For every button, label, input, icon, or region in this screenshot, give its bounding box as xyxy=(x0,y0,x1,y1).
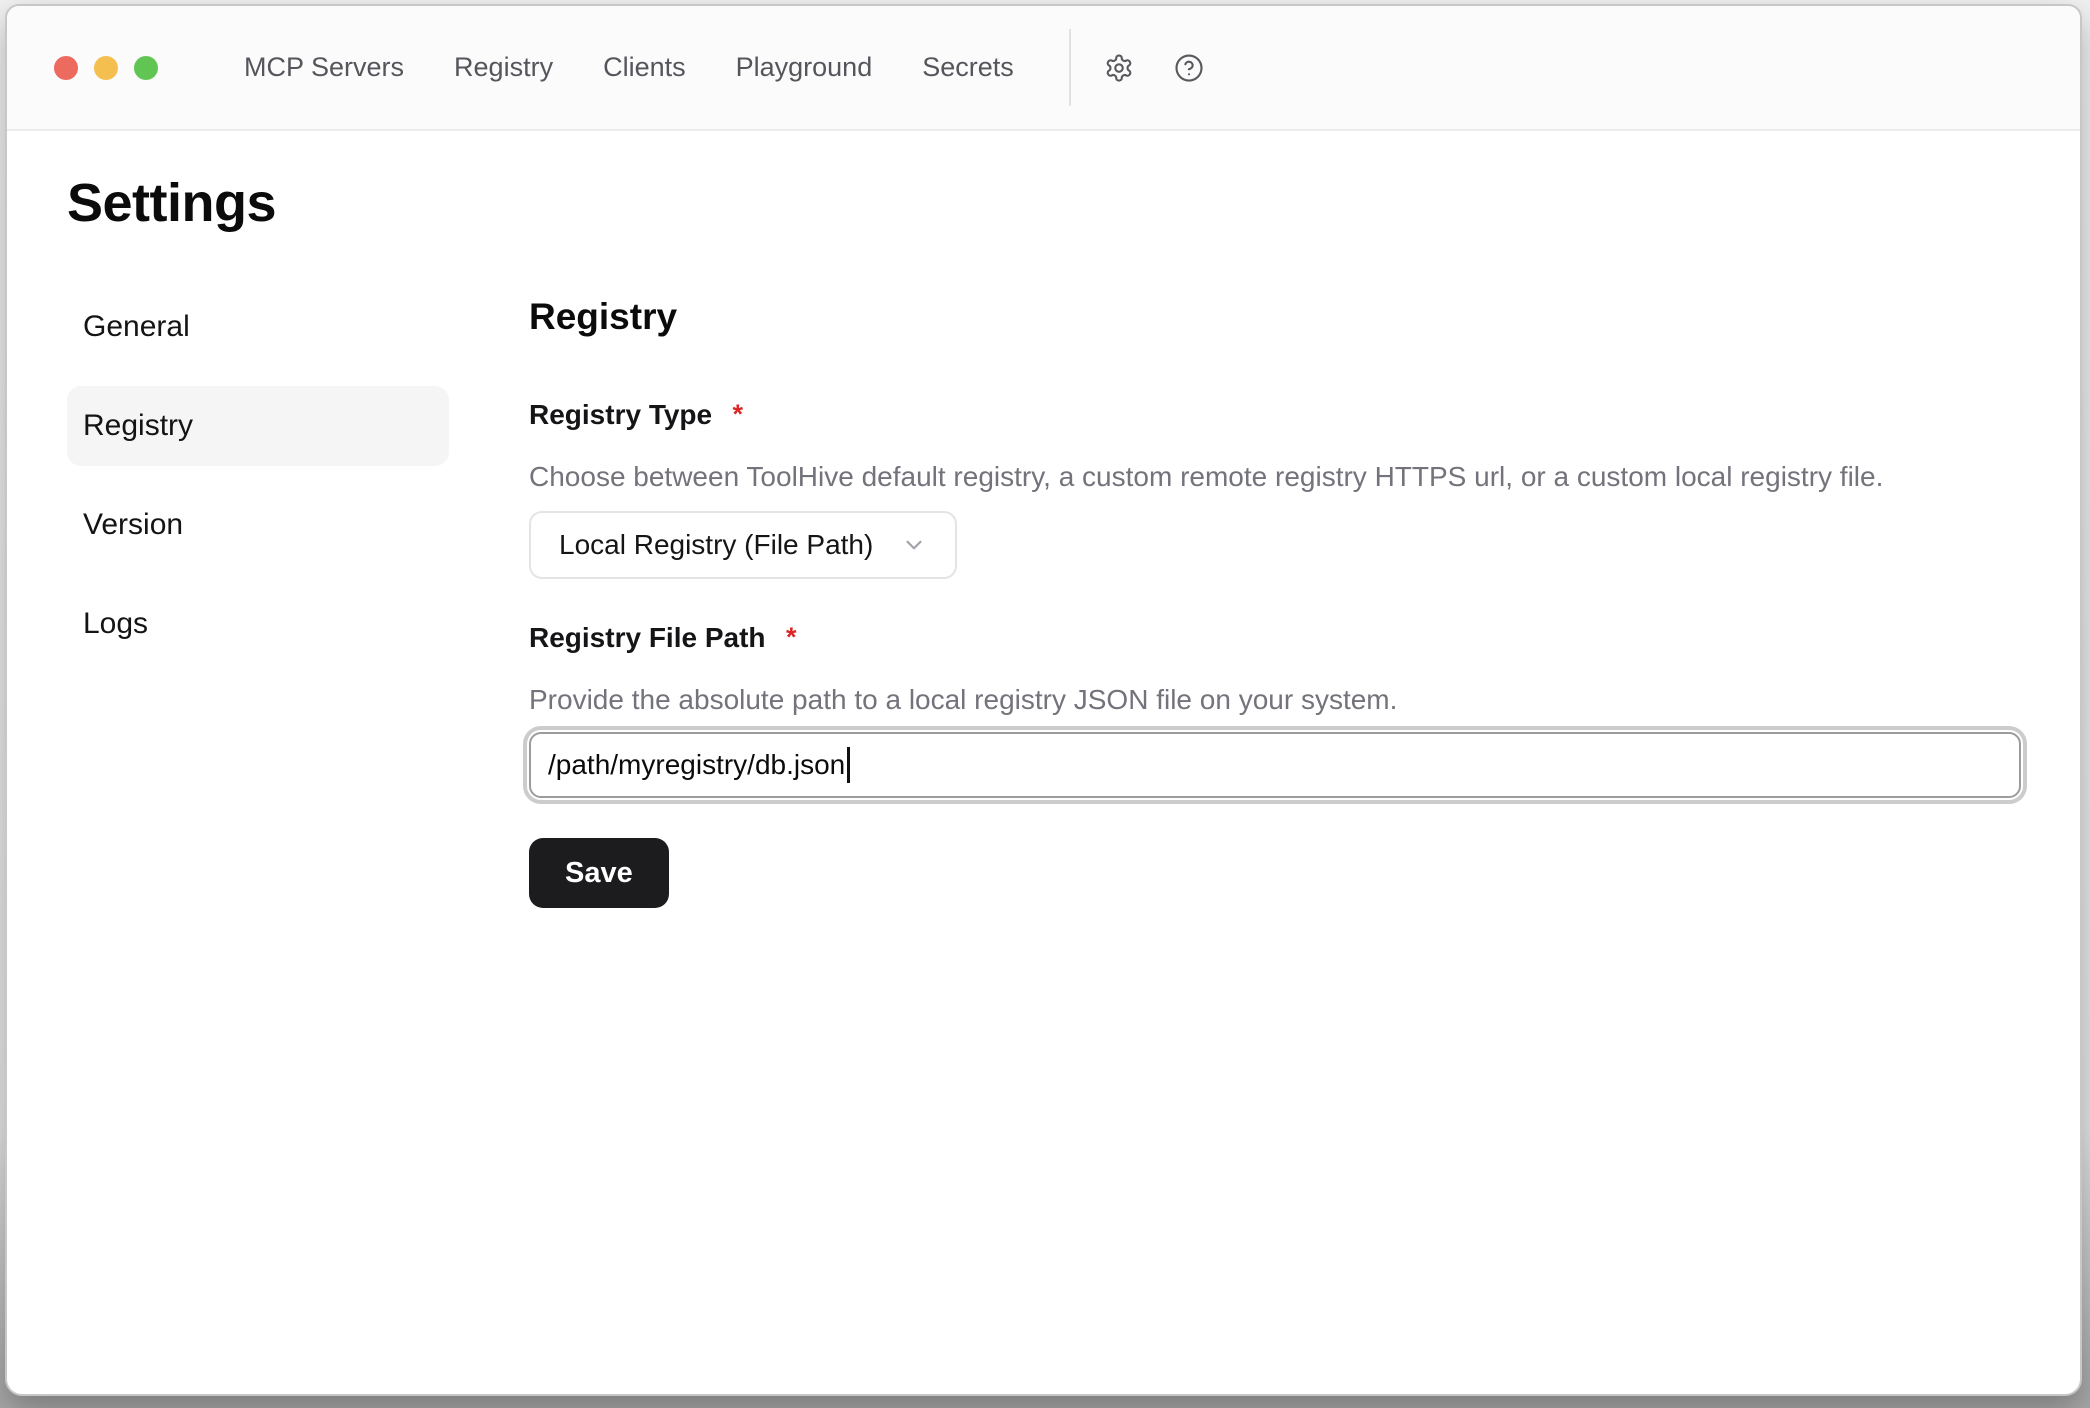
sidebar-item-label: Version xyxy=(83,508,183,542)
sidebar-item-label: Registry xyxy=(83,409,193,443)
settings-sidebar: General Registry Version Logs xyxy=(67,287,449,908)
settings-page: Settings General Registry Version Logs R… xyxy=(7,171,2080,908)
close-window-button[interactable] xyxy=(54,56,78,80)
settings-button[interactable] xyxy=(1104,53,1134,83)
sidebar-item-label: General xyxy=(83,310,190,344)
required-asterisk: * xyxy=(733,399,744,429)
minimize-window-button[interactable] xyxy=(94,56,118,80)
registry-file-path-input[interactable]: /path/myregistry/db.json xyxy=(529,732,2021,798)
sidebar-item-registry[interactable]: Registry xyxy=(67,386,449,466)
app-window: MCP Servers Registry Clients Playground … xyxy=(5,4,2082,1396)
help-button[interactable] xyxy=(1174,53,1204,83)
registry-settings-panel: Registry Registry Type * Choose between … xyxy=(529,287,2020,908)
registry-type-description: Choose between ToolHive default registry… xyxy=(529,460,2020,494)
registry-file-path-label: Registry File Path xyxy=(529,622,766,653)
text-caret xyxy=(847,747,850,783)
nav-clients[interactable]: Clients xyxy=(603,52,686,83)
top-navigation: MCP Servers Registry Clients Playground … xyxy=(244,52,1014,83)
sidebar-item-general[interactable]: General xyxy=(67,287,449,367)
zoom-window-button[interactable] xyxy=(134,56,158,80)
nav-playground[interactable]: Playground xyxy=(736,52,873,83)
chevron-down-icon xyxy=(901,532,927,558)
titlebar-icon-buttons xyxy=(1104,53,1204,83)
nav-mcp-servers[interactable]: MCP Servers xyxy=(244,52,404,83)
help-circle-icon xyxy=(1174,53,1204,83)
registry-type-selected-value: Local Registry (File Path) xyxy=(559,529,873,561)
required-asterisk: * xyxy=(786,622,797,652)
page-title: Settings xyxy=(67,171,2020,235)
gear-icon xyxy=(1104,53,1134,83)
titlebar-divider xyxy=(1069,29,1071,106)
sidebar-item-label: Logs xyxy=(83,607,148,641)
sidebar-item-logs[interactable]: Logs xyxy=(67,584,449,664)
section-heading: Registry xyxy=(529,295,2020,339)
sidebar-item-version[interactable]: Version xyxy=(67,485,449,565)
nav-registry[interactable]: Registry xyxy=(454,52,553,83)
registry-type-label: Registry Type xyxy=(529,399,712,430)
nav-secrets[interactable]: Secrets xyxy=(922,52,1014,83)
registry-file-path-value: /path/myregistry/db.json xyxy=(548,749,845,781)
window-controls xyxy=(54,56,158,80)
registry-file-path-description: Provide the absolute path to a local reg… xyxy=(529,683,2020,717)
save-button[interactable]: Save xyxy=(529,838,669,908)
titlebar: MCP Servers Registry Clients Playground … xyxy=(7,6,2080,131)
registry-type-select[interactable]: Local Registry (File Path) xyxy=(529,511,957,579)
